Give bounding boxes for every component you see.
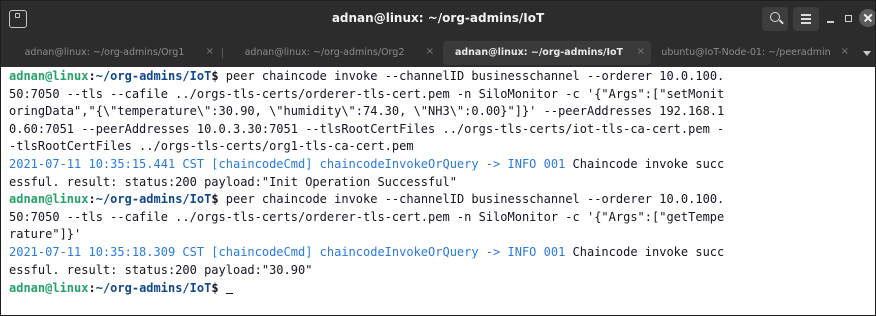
maximize-icon [845, 15, 852, 22]
terminal-line: -tlsRootCertFiles ../orgs-tls-certs/org1… [9, 138, 871, 156]
prompt-user: adnan@linux [9, 69, 89, 83]
terminal-line: adnan@linux:~/org-admins/IoT$ [9, 279, 871, 297]
terminal-line: 0.60:7051 --peerAddresses 10.0.3.30:7051… [9, 121, 871, 139]
output-text: essful. result: status:200 payload:"30.9… [9, 262, 313, 277]
prompt-separator: : [88, 281, 96, 296]
terminal-line: rature"]}' [9, 226, 871, 244]
tab-close-icon[interactable]: × [841, 46, 849, 57]
prompt-separator: : [88, 69, 96, 83]
terminal-line: 2021-07-11 10:35:18.309 CST [chaincodeCm… [9, 244, 871, 262]
terminal-line: adnan@linux:~/org-admins/IoT$ peer chain… [9, 191, 871, 209]
log-prefix: 2021-07-11 10:35:15.441 CST [chaincodeCm… [9, 156, 566, 171]
terminal-line: essful. result: status:200 payload:"30.9… [9, 262, 871, 280]
prompt-user: adnan@linux [9, 281, 89, 296]
tab-label: adnan@linux: ~/org-admins/Org1 [24, 47, 185, 58]
log-prefix: 2021-07-11 10:35:18.309 CST [chaincodeCm… [9, 244, 566, 259]
minimize-icon [827, 21, 834, 23]
prompt-path: ~/org-admins/IoT [95, 281, 212, 296]
cursor [225, 279, 234, 295]
prompt-user: adnan@linux [9, 192, 89, 207]
terminal-output[interactable]: adnan@linux:~/org-admins/IoT$ peer chain… [9, 68, 871, 313]
terminal-window: adnan@linux: ~/org-admins/IoT adnan@linu… [0, 0, 876, 316]
prompt-path: ~/org-admins/IoT [95, 192, 212, 207]
tab-divider [222, 48, 223, 58]
log-message: Chaincode invoke succ [565, 244, 725, 259]
terminal-line: essful. result: status:200 payload:"Init… [9, 174, 871, 192]
tab-org2[interactable]: adnan@linux: ~/org-admins/Org2 × [225, 41, 440, 65]
log-message: Chaincode invoke succ [565, 156, 725, 171]
tab-iot[interactable]: adnan@linux: ~/org-admins/IoT × [443, 41, 651, 65]
output-text: 0.60:7051 --peerAddresses 10.0.3.30:7051… [9, 121, 725, 136]
tab-label: adnan@linux: ~/org-admins/Org2 [244, 47, 405, 58]
prompt-path: ~/org-admins/IoT [95, 69, 212, 83]
tab-close-icon[interactable]: × [206, 46, 214, 57]
minimize-button[interactable] [823, 11, 839, 27]
command-text: peer chaincode invoke --channelID busine… [225, 192, 725, 207]
terminal-line: 2021-07-11 10:35:15.441 CST [chaincodeCm… [9, 156, 871, 174]
prompt-separator: : [88, 192, 96, 207]
tab-label: adnan@linux: ~/org-admins/IoT [454, 47, 624, 58]
tab-label: ubuntu@IoT-Node-01: ~/peeradmin [661, 47, 831, 58]
maximize-button[interactable] [841, 11, 857, 27]
output-text: essful. result: status:200 payload:"Init… [9, 174, 457, 189]
output-text: 50:7050 --tls --cafile ../orgs-tls-certs… [9, 209, 725, 224]
output-text: 50:7050 --tls --cafile ../orgs-tls-certs… [9, 86, 725, 101]
tab-close-icon[interactable]: × [426, 46, 434, 57]
terminal-line: 50:7050 --tls --cafile ../orgs-tls-certs… [9, 209, 871, 227]
window-title: adnan@linux: ~/org-admins/IoT [331, 11, 545, 25]
output-text: oringData","{\"temperature\":30.90, \"hu… [9, 104, 725, 119]
terminal-line: oringData","{\"temperature\":30.90, \"hu… [9, 103, 871, 121]
search-button[interactable] [762, 7, 788, 31]
title-bar[interactable]: adnan@linux: ~/org-admins/IoT [1, 1, 875, 38]
command-text: peer chaincode invoke --channelID busine… [225, 69, 725, 83]
output-text: -tlsRootCertFiles ../orgs-tls-certs/org1… [9, 139, 414, 154]
output-text: rature"]}' [9, 227, 82, 242]
prompt-symbol: $ [211, 281, 226, 296]
chevron-down-icon[interactable] [863, 51, 871, 56]
terminal-line: 50:7050 --tls --cafile ../orgs-tls-certs… [9, 86, 871, 104]
close-button[interactable] [859, 9, 875, 27]
prompt-symbol: $ [211, 192, 226, 207]
tab-close-icon[interactable]: × [637, 46, 645, 57]
tab-org1[interactable]: adnan@linux: ~/org-admins/Org1 × [5, 41, 220, 65]
prompt-symbol: $ [211, 69, 226, 83]
tab-iot-node-01[interactable]: ubuntu@IoT-Node-01: ~/peeradmin × [653, 41, 855, 65]
menu-button[interactable] [793, 7, 819, 31]
tab-bar: adnan@linux: ~/org-admins/Org1 × adnan@l… [1, 38, 875, 67]
terminal-line: adnan@linux:~/org-admins/IoT$ peer chain… [9, 68, 871, 86]
